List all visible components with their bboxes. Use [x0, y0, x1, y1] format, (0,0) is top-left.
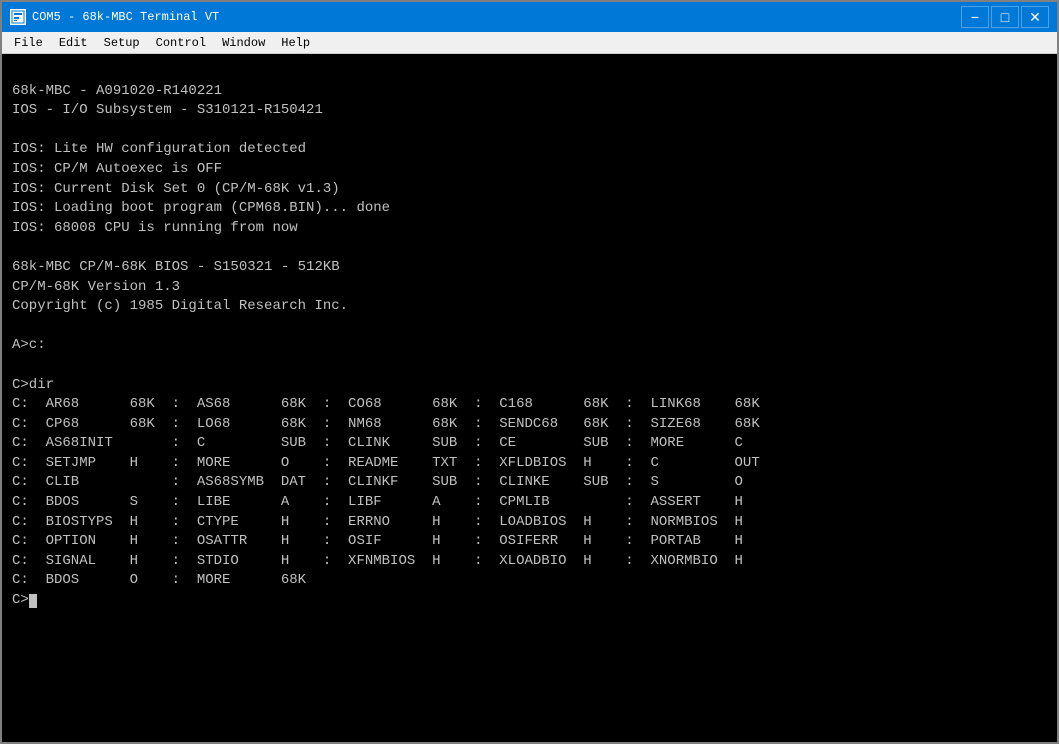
title-bar: COM5 - 68k-MBC Terminal VT − □ ✕ [2, 2, 1057, 32]
terminal-output[interactable]: 68k-MBC - A091020-R140221 IOS - I/O Subs… [2, 54, 1057, 742]
menu-bar: FileEditSetupControlWindowHelp [2, 32, 1057, 54]
title-bar-buttons: − □ ✕ [961, 6, 1049, 28]
menu-item-window[interactable]: Window [214, 34, 273, 52]
terminal-cursor [29, 594, 37, 608]
main-window: COM5 - 68k-MBC Terminal VT − □ ✕ FileEdi… [0, 0, 1059, 744]
title-bar-left: COM5 - 68k-MBC Terminal VT [10, 9, 219, 25]
minimize-button[interactable]: − [961, 6, 989, 28]
app-icon [10, 9, 26, 25]
menu-item-file[interactable]: File [6, 34, 51, 52]
menu-item-edit[interactable]: Edit [51, 34, 96, 52]
menu-item-control[interactable]: Control [148, 34, 214, 52]
maximize-button[interactable]: □ [991, 6, 1019, 28]
menu-item-help[interactable]: Help [273, 34, 318, 52]
window-title: COM5 - 68k-MBC Terminal VT [32, 10, 219, 24]
menu-item-setup[interactable]: Setup [96, 34, 148, 52]
close-button[interactable]: ✕ [1021, 6, 1049, 28]
